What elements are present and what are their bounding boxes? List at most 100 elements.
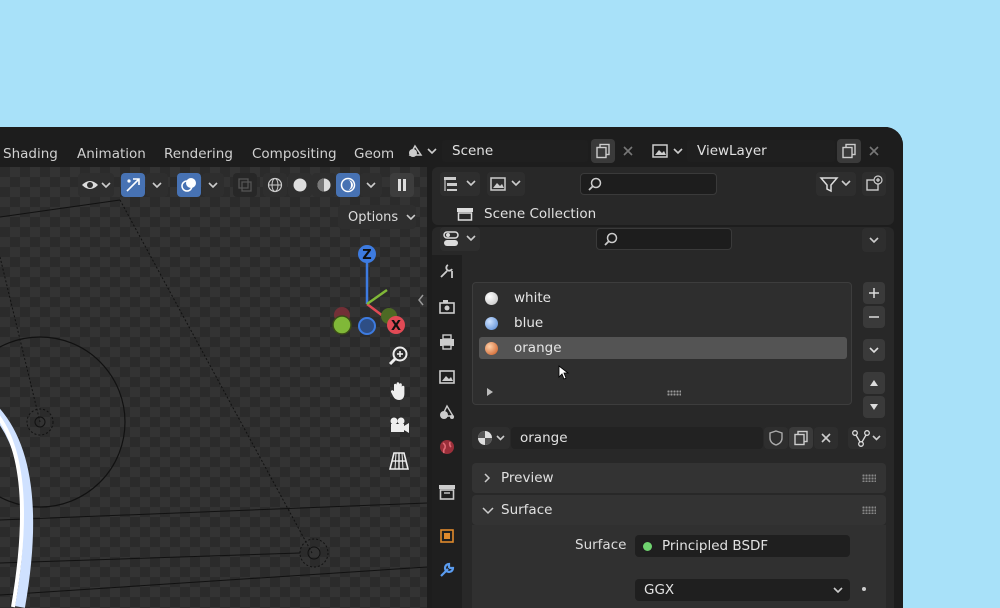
material-specials-dropdown[interactable] xyxy=(863,339,885,361)
new-collection-button[interactable] xyxy=(862,172,886,196)
new-scene-button[interactable] xyxy=(591,139,615,163)
outliner-panel: Scene Collection xyxy=(432,167,894,225)
drag-handle-icon[interactable] xyxy=(862,506,876,514)
new-collection-icon xyxy=(866,175,883,191)
fake-user-button[interactable] xyxy=(764,427,788,449)
world-icon xyxy=(440,440,454,454)
move-slot-down-button[interactable] xyxy=(863,396,885,418)
surface-section-body: Surface Principled BSDF GGX xyxy=(472,525,886,608)
shading-material-button[interactable] xyxy=(312,173,336,197)
overlays-icon xyxy=(181,178,196,192)
view-layer-dropdown[interactable] xyxy=(649,139,685,163)
gizmo-neg-z-icon[interactable] xyxy=(357,316,377,336)
surface-section-header[interactable]: Surface xyxy=(472,495,886,525)
scene-name-field[interactable]: Scene xyxy=(442,140,588,162)
object-icon xyxy=(440,529,454,543)
xray-icon xyxy=(238,178,252,192)
tab-scene[interactable] xyxy=(435,400,459,424)
tab-world[interactable] xyxy=(435,435,459,459)
duplicate-material-button[interactable] xyxy=(789,427,813,449)
tab-object[interactable] xyxy=(435,524,459,548)
visibility-dropdown[interactable] xyxy=(78,173,114,197)
material-name-field[interactable]: orange xyxy=(511,427,763,449)
tab-render[interactable] xyxy=(435,295,459,319)
close-icon xyxy=(821,433,831,443)
remove-material-slot-button[interactable] xyxy=(863,306,885,328)
chevron-down-icon xyxy=(833,587,843,594)
tab-compositing[interactable]: Compositing xyxy=(252,146,337,162)
wrench-icon xyxy=(440,562,455,577)
collection-box-icon xyxy=(439,485,455,500)
tab-modifiers[interactable] xyxy=(435,558,459,582)
pause-render-button[interactable] xyxy=(390,173,414,197)
browse-material-dropdown[interactable] xyxy=(472,427,510,449)
resize-handle-icon[interactable] xyxy=(667,390,681,396)
outliner-search-input[interactable] xyxy=(580,173,717,195)
overlays-dropdown[interactable] xyxy=(202,173,224,197)
shading-dropdown[interactable] xyxy=(360,173,382,197)
properties-options-dropdown[interactable] xyxy=(862,228,886,252)
shader-socket-icon xyxy=(643,541,652,551)
filter-dropdown[interactable] xyxy=(816,172,856,196)
shading-solid-button[interactable] xyxy=(288,173,312,197)
preview-section-header[interactable]: Preview xyxy=(472,463,886,493)
gizmo-dropdown[interactable] xyxy=(146,173,168,197)
expand-triangle-icon[interactable] xyxy=(485,387,495,397)
material-slot-orange[interactable]: orange xyxy=(479,337,847,359)
search-icon xyxy=(604,232,618,246)
tab-rendering[interactable]: Rendering xyxy=(164,146,233,162)
scene-type-dropdown[interactable] xyxy=(404,139,440,163)
chevron-down-icon xyxy=(869,347,879,354)
material-slot-blue[interactable]: blue xyxy=(479,312,847,334)
options-dropdown[interactable]: Options xyxy=(338,205,416,229)
sidebar-toggle-icon[interactable] xyxy=(416,293,426,307)
surface-field-label: Surface xyxy=(575,537,627,553)
display-mode-dropdown[interactable] xyxy=(440,172,480,196)
move-slot-up-button[interactable] xyxy=(863,372,885,394)
new-view-layer-button[interactable] xyxy=(837,139,861,163)
mouse-cursor-icon xyxy=(558,365,570,380)
delete-view-layer-button[interactable] xyxy=(862,139,886,163)
tab-shading[interactable]: Shading xyxy=(3,146,58,162)
scene-collection-row[interactable]: Scene Collection xyxy=(456,206,596,222)
tab-view-layer[interactable] xyxy=(435,365,459,389)
unlink-material-button[interactable] xyxy=(814,427,838,449)
material-slot-white[interactable]: white xyxy=(479,287,847,309)
xray-toggle[interactable] xyxy=(233,173,257,197)
chevron-down-icon xyxy=(208,182,218,189)
tab-collection[interactable] xyxy=(435,480,459,504)
view-layer-name-field[interactable]: ViewLayer xyxy=(687,140,835,162)
tool-icon xyxy=(440,264,453,278)
shield-icon xyxy=(769,430,783,446)
filter-type-dropdown[interactable] xyxy=(487,172,525,196)
tab-animation[interactable]: Animation xyxy=(77,146,146,162)
properties-search-input[interactable] xyxy=(596,228,732,250)
material-sphere-icon xyxy=(485,291,498,305)
gizmo-toggle[interactable] xyxy=(121,173,145,197)
overlays-toggle[interactable] xyxy=(177,173,201,197)
add-material-slot-button[interactable] xyxy=(863,282,885,304)
pan-button[interactable] xyxy=(386,378,412,404)
delete-scene-button[interactable] xyxy=(616,139,640,163)
camera-view-button[interactable] xyxy=(386,413,412,439)
keyframe-dot-icon[interactable] xyxy=(862,587,866,591)
scene-icon xyxy=(440,404,455,419)
editor-type-dropdown[interactable] xyxy=(440,227,480,251)
perspective-toggle-button[interactable] xyxy=(386,448,412,474)
zoom-button[interactable] xyxy=(386,343,412,369)
shading-rendered-button[interactable] xyxy=(336,173,360,197)
shading-wireframe-button[interactable] xyxy=(263,173,287,197)
surface-shader-field[interactable]: Principled BSDF xyxy=(635,535,850,557)
drag-handle-icon[interactable] xyxy=(862,474,876,482)
3d-viewport[interactable]: Options Z X xyxy=(0,167,427,608)
tab-geometry-nodes[interactable]: Geom xyxy=(354,146,394,162)
tab-tool[interactable] xyxy=(435,258,459,282)
material-slot-label: white xyxy=(514,290,551,306)
distribution-dropdown[interactable]: GGX xyxy=(635,579,850,601)
properties-editor-icon xyxy=(443,231,476,246)
scene-collection-label: Scene Collection xyxy=(484,206,597,222)
collection-box-icon xyxy=(457,208,473,221)
link-type-dropdown[interactable] xyxy=(848,427,886,449)
tab-output[interactable] xyxy=(435,330,459,354)
minus-icon xyxy=(869,316,879,318)
